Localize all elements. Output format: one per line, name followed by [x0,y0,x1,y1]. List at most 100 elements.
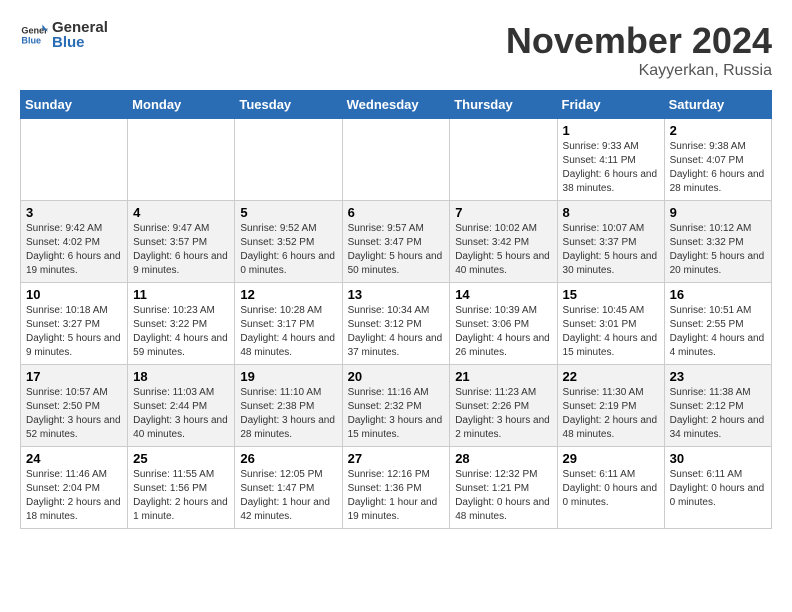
day-number: 4 [133,205,229,220]
day-detail: Sunset: 6:11 AM Daylight: 0 hours and 0 … [670,468,766,510]
day-cell: 17 Sunrise: 10:57 AM Sunset: 2:50 PM Dayl… [21,365,128,447]
weekday-header-monday: Monday [128,91,235,119]
week-row-2: 3 Sunrise: 9:42 AM Sunset: 4:02 PM Daylig… [21,201,772,283]
day-detail: Sunrise: 10:23 AM Sunset: 3:22 PM Daylig… [133,304,229,360]
day-cell: 24 Sunrise: 11:46 AM Sunset: 2:04 PM Dayl… [21,447,128,529]
day-cell [450,119,557,201]
day-cell: 4 Sunrise: 9:47 AM Sunset: 3:57 PM Daylig… [128,201,235,283]
day-detail: Sunrise: 10:39 AM Sunset: 3:06 PM Daylig… [455,304,551,360]
day-cell: 11 Sunrise: 10:23 AM Sunset: 3:22 PM Dayl… [128,283,235,365]
day-number: 10 [26,287,122,302]
logo: General Blue General Blue [20,20,108,50]
day-detail: Sunrise: 11:10 AM Sunset: 2:38 PM Daylig… [240,386,336,442]
day-number: 6 [348,205,445,220]
day-number: 23 [670,369,766,384]
day-detail: Sunrise: 12:05 PM Sunset: 1:47 PM Daylig… [240,468,336,524]
day-cell [235,119,342,201]
day-number: 12 [240,287,336,302]
day-number: 14 [455,287,551,302]
day-number: 11 [133,287,229,302]
day-cell: 23 Sunrise: 11:38 AM Sunset: 2:12 PM Dayl… [664,365,771,447]
weekday-header-tuesday: Tuesday [235,91,342,119]
day-number: 3 [26,205,122,220]
logo-icon: General Blue [20,21,48,49]
day-cell: 22 Sunrise: 11:30 AM Sunset: 2:19 PM Dayl… [557,365,664,447]
day-detail: Sunrise: 11:55 AM Sunset: 1:56 PM Daylig… [133,468,229,524]
day-cell: 7Sunrise: 10:02 AM Sunset: 3:42 PM Dayli… [450,201,557,283]
day-detail: Sunrise: 10:28 AM Sunset: 3:17 PM Daylig… [240,304,336,360]
week-row-1: 1Sunrise: 9:33 AM Sunset: 4:11 PM Daylig… [21,119,772,201]
weekday-header-wednesday: Wednesday [342,91,450,119]
day-number: 19 [240,369,336,384]
day-cell: 16Sunrise: 10:51 AM Sunset: 2:55 PM Dayl… [664,283,771,365]
day-number: 15 [563,287,659,302]
day-detail: Sunrise: 12:16 PM Sunset: 1:36 PM Daylig… [348,468,445,524]
day-cell: 18 Sunrise: 11:03 AM Sunset: 2:44 PM Dayl… [128,365,235,447]
day-cell [21,119,128,201]
day-number: 17 [26,369,122,384]
day-number: 26 [240,451,336,466]
weekday-header-friday: Friday [557,91,664,119]
day-detail: Sunrise: 9:42 AM Sunset: 4:02 PM Dayligh… [26,222,122,278]
day-number: 30 [670,451,766,466]
day-cell: 9 Sunrise: 10:12 AM Sunset: 3:32 PM Dayli… [664,201,771,283]
day-cell: 29 Sunset: 6:11 AM Daylight: 0 hours and … [557,447,664,529]
day-cell [128,119,235,201]
day-detail: Sunrise: 9:33 AM Sunset: 4:11 PM Dayligh… [563,140,659,196]
day-detail: Sunrise: 11:46 AM Sunset: 2:04 PM Daylig… [26,468,122,524]
weekday-header-sunday: Sunday [21,91,128,119]
day-cell: 25 Sunrise: 11:55 AM Sunset: 1:56 PM Dayl… [128,447,235,529]
day-cell: 28 Sunrise: 12:32 PM Sunset: 1:21 PM Dayl… [450,447,557,529]
day-cell: 26 Sunrise: 12:05 PM Sunset: 1:47 PM Dayl… [235,447,342,529]
day-cell: 30 Sunset: 6:11 AM Daylight: 0 hours and … [664,447,771,529]
day-detail: Sunrise: 10:34 AM Sunset: 3:12 PM Daylig… [348,304,445,360]
day-detail: Sunrise: 9:47 AM Sunset: 3:57 PM Dayligh… [133,222,229,278]
day-detail: Sunrise: 12:32 PM Sunset: 1:21 PM Daylig… [455,468,551,524]
day-number: 27 [348,451,445,466]
day-detail: Sunrise: 9:38 AM Sunset: 4:07 PM Dayligh… [670,140,766,196]
day-detail: Sunrise: 11:23 AM Sunset: 2:26 PM Daylig… [455,386,551,442]
day-number: 20 [348,369,445,384]
day-cell: 10 Sunrise: 10:18 AM Sunset: 3:27 PM Dayl… [21,283,128,365]
day-number: 25 [133,451,229,466]
day-detail: Sunrise: 10:18 AM Sunset: 3:27 PM Daylig… [26,304,122,360]
day-number: 22 [563,369,659,384]
day-detail: Sunrise: 11:16 AM Sunset: 2:32 PM Daylig… [348,386,445,442]
day-detail: Sunrise: 11:38 AM Sunset: 2:12 PM Daylig… [670,386,766,442]
title-area: November 2024 Kayyerkan, Russia [506,20,772,80]
day-detail: Sunrise: 11:03 AM Sunset: 2:44 PM Daylig… [133,386,229,442]
day-detail: Sunrise: 11:30 AM Sunset: 2:19 PM Daylig… [563,386,659,442]
location-title: Kayyerkan, Russia [506,62,772,80]
day-number: 28 [455,451,551,466]
calendar-table: SundayMondayTuesdayWednesdayThursdayFrid… [20,90,772,529]
svg-text:Blue: Blue [21,35,41,45]
day-cell: 8Sunrise: 10:07 AM Sunset: 3:37 PM Dayli… [557,201,664,283]
day-cell: 14 Sunrise: 10:39 AM Sunset: 3:06 PM Dayl… [450,283,557,365]
day-cell: 19 Sunrise: 11:10 AM Sunset: 2:38 PM Dayl… [235,365,342,447]
day-detail: Sunrise: 10:02 AM Sunset: 3:42 PM Daylig… [455,222,551,278]
day-number: 13 [348,287,445,302]
day-detail: Sunrise: 9:57 AM Sunset: 3:47 PM Dayligh… [348,222,445,278]
day-number: 29 [563,451,659,466]
page-header: General Blue General Blue November 2024 … [20,20,772,80]
day-detail: Sunrise: 10:57 AM Sunset: 2:50 PM Daylig… [26,386,122,442]
day-number: 9 [670,205,766,220]
day-detail: Sunrise: 10:45 AM Sunset: 3:01 PM Daylig… [563,304,659,360]
day-cell: 2 Sunrise: 9:38 AM Sunset: 4:07 PM Daylig… [664,119,771,201]
day-detail: Sunrise: 10:12 AM Sunset: 3:32 PM Daylig… [670,222,766,278]
day-number: 21 [455,369,551,384]
day-cell: 13 Sunrise: 10:34 AM Sunset: 3:12 PM Dayl… [342,283,450,365]
day-detail: Sunset: 6:11 AM Daylight: 0 hours and 0 … [563,468,659,510]
day-number: 5 [240,205,336,220]
day-cell: 12 Sunrise: 10:28 AM Sunset: 3:17 PM Dayl… [235,283,342,365]
month-title: November 2024 [506,20,772,62]
day-number: 2 [670,123,766,138]
day-number: 24 [26,451,122,466]
day-cell: 6 Sunrise: 9:57 AM Sunset: 3:47 PM Daylig… [342,201,450,283]
day-detail: Sunrise: 10:07 AM Sunset: 3:37 PM Daylig… [563,222,659,278]
week-row-3: 10 Sunrise: 10:18 AM Sunset: 3:27 PM Dayl… [21,283,772,365]
day-cell: 15 Sunrise: 10:45 AM Sunset: 3:01 PM Dayl… [557,283,664,365]
day-detail: Sunrise: 9:52 AM Sunset: 3:52 PM Dayligh… [240,222,336,278]
day-cell: 5 Sunrise: 9:52 AM Sunset: 3:52 PM Daylig… [235,201,342,283]
day-number: 18 [133,369,229,384]
